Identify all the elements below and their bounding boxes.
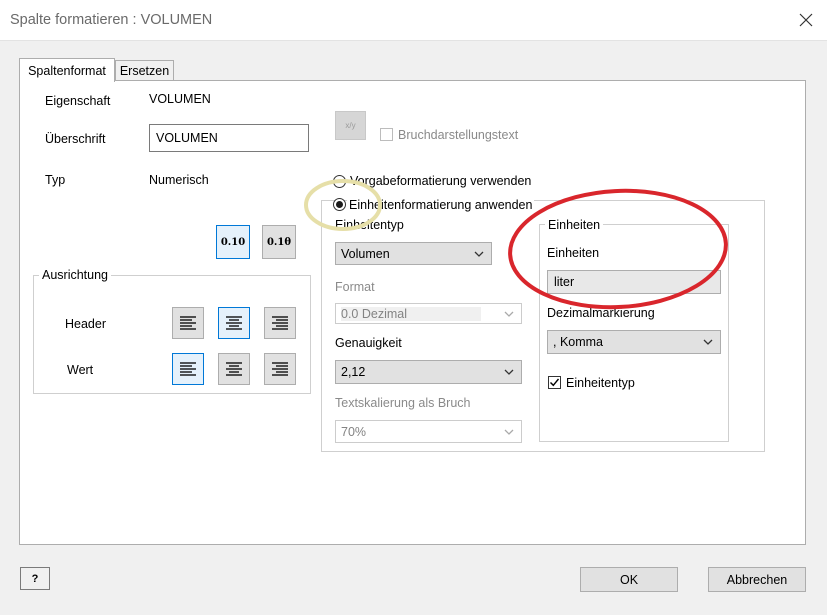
tab-spaltenformat[interactable]: Spaltenformat [19, 58, 115, 82]
chevron-down-icon [474, 251, 484, 257]
cancel-button[interactable]: Abbrechen [708, 567, 806, 592]
close-button[interactable] [792, 6, 820, 34]
align-left-icon [180, 362, 196, 376]
genauigkeit-label: Genauigkeit [335, 336, 402, 350]
ueberschrift-input[interactable]: VOLUMEN [149, 124, 309, 152]
einheit-radio-label: Einheitenformatierung anwenden [347, 198, 535, 212]
textskalierung-select-value: 70% [341, 424, 367, 439]
einheitentyp-label: Einheitentyp [335, 218, 404, 232]
close-icon [799, 13, 813, 27]
wert-align-right-button[interactable] [264, 353, 296, 385]
genauigkeit-select[interactable]: 2,12 [335, 360, 522, 384]
textskalierung-select[interactable]: 70% [335, 420, 522, 443]
ueberschrift-label: Überschrift [45, 132, 106, 146]
wert-align-center-button[interactable] [218, 353, 250, 385]
einheitentyp-select-value: Volumen [341, 246, 390, 261]
wert-label: Wert [67, 363, 94, 377]
dezimalmarkierung-label: Dezimalmarkierung [547, 306, 655, 320]
ausrichtung-title: Ausrichtung [39, 268, 112, 282]
chevron-down-icon [703, 339, 713, 345]
chevron-down-icon [504, 311, 514, 317]
align-right-icon [272, 362, 288, 376]
header-align-left-button[interactable] [172, 307, 204, 339]
einheiten-input[interactable]: liter [547, 270, 721, 294]
vorgabe-radio[interactable] [333, 175, 346, 188]
dezimalmarkierung-select[interactable]: , Komma [547, 330, 721, 354]
align-left-icon [180, 316, 196, 330]
einheiten-input-value: liter [554, 275, 575, 289]
fraction-text-button[interactable]: x/y [335, 111, 366, 140]
textskalierung-label: Textskalierung als Bruch [335, 396, 471, 410]
vorgabe-radio-label: Vorgabeformatierung verwenden [350, 174, 532, 188]
eigenschaft-label: Eigenschaft [45, 94, 111, 108]
chevron-down-icon [504, 369, 514, 375]
help-button[interactable]: ? [20, 567, 50, 590]
header-align-center-button[interactable] [218, 307, 250, 339]
help-icon: ? [31, 572, 39, 585]
decimal-format-button[interactable]: 0.10 [216, 225, 250, 259]
align-center-icon [226, 362, 242, 376]
window-title: Spalte formatieren : VOLUMEN [10, 12, 213, 28]
fraction-icon: x/y [345, 121, 356, 130]
eigenschaft-value: VOLUMEN [149, 92, 211, 106]
einheitentyp-checkbox[interactable] [548, 376, 561, 389]
fraction-format-button[interactable]: 0.1θ [262, 225, 296, 259]
tab-ersetzen[interactable]: Ersetzen [115, 60, 174, 81]
einheitentyp-checkbox-label: Einheitentyp [566, 376, 635, 390]
dezimalmarkierung-select-value: , Komma [553, 335, 604, 349]
einheit-radio[interactable] [333, 198, 346, 211]
chevron-down-icon [504, 429, 514, 435]
checkmark-icon [550, 378, 560, 387]
einheiten-group-title: Einheiten [545, 218, 604, 232]
einheitentyp-select[interactable]: Volumen [335, 242, 492, 265]
radio-dot [336, 201, 343, 208]
bruch-checkbox[interactable] [380, 128, 393, 141]
align-center-icon [226, 316, 242, 330]
header-align-right-button[interactable] [264, 307, 296, 339]
align-right-icon [272, 316, 288, 330]
typ-value: Numerisch [149, 173, 209, 187]
genauigkeit-select-value: 2,12 [341, 365, 366, 379]
ok-button[interactable]: OK [580, 567, 678, 592]
ueberschrift-input-value: VOLUMEN [156, 131, 218, 145]
bruch-label: Bruchdarstellungstext [398, 128, 519, 142]
wert-align-left-button[interactable] [172, 353, 204, 385]
typ-label: Typ [45, 173, 66, 187]
format-select[interactable]: 0.0 Dezimal [335, 303, 522, 324]
header-label: Header [65, 317, 106, 331]
format-label: Format [335, 280, 375, 294]
format-select-value: 0.0 Dezimal [341, 306, 481, 321]
einheiten-label: Einheiten [547, 246, 600, 260]
